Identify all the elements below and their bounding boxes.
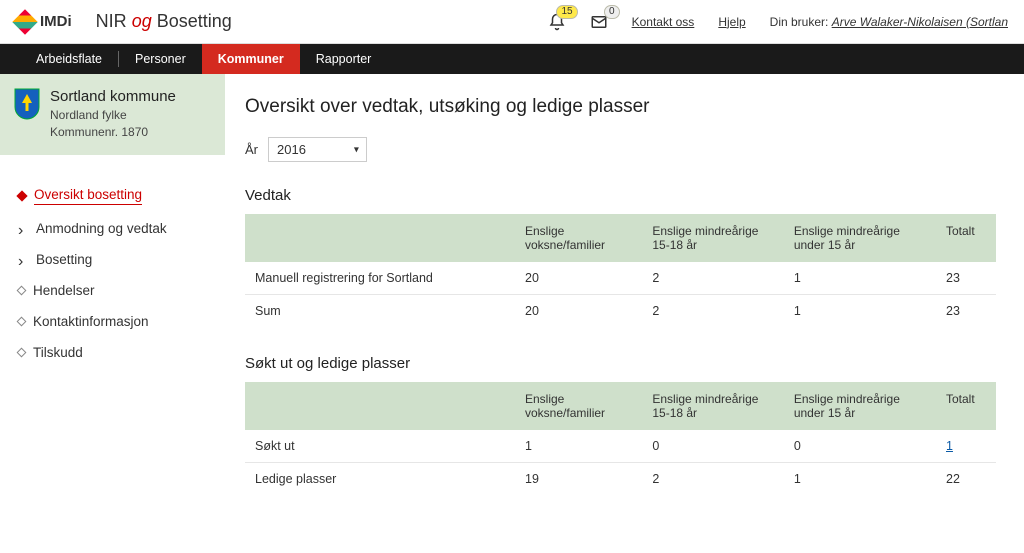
cell: 2 [642,262,783,295]
th-empty [245,382,515,430]
th-totalt: Totalt [936,214,996,262]
cell: 1 [784,463,936,496]
sidebar-item-bosetting[interactable]: Bosetting [18,244,217,275]
th-mindrearige-15-18: Enslige mindreårige 15-18 år [642,382,783,430]
th-enslige-voksne: Enslige voksne/familier [515,382,642,430]
sokt-table: Enslige voksne/familier Enslige mindreår… [245,382,996,495]
th-empty [245,214,515,262]
brand-text: IMDi [40,13,72,30]
user-block[interactable]: Din bruker: Arve Walaker-Nikolaisen (Sor… [770,15,1008,29]
user-name: Arve Walaker-Nikolaisen (Sortlan [832,15,1008,29]
row-label: Manuell registrering for Sortland [245,262,515,295]
navbar: Arbeidsflate Personer Kommuner Rapporter [0,44,1024,74]
cell-total: 23 [936,262,996,295]
cell: 0 [642,430,783,463]
cell: 2 [642,463,783,496]
year-select[interactable]: 2016 [268,137,367,162]
cell-total: 22 [936,463,996,496]
nav-kommuner[interactable]: Kommuner [202,44,300,74]
cell: 2 [642,295,783,328]
kommune-name: Sortland kommune [50,88,176,105]
year-row: År 2016 [245,142,996,157]
cell: 20 [515,295,642,328]
cell: 1 [515,430,642,463]
table-row: Ledige plasser192122 [245,463,996,496]
sidebar-item-kontakt[interactable]: Kontaktinformasjon [18,306,217,337]
sidebar-item-anmodning[interactable]: Anmodning og vedtak [18,213,217,244]
section-sokt-title: Søkt ut og ledige plasser [245,355,996,372]
row-label: Sum [245,295,515,328]
chevron-icon [18,254,28,264]
chevron-icon [18,223,28,233]
sidebar-item-hendelser[interactable]: Hendelser [18,275,217,306]
logo[interactable]: IMDi [16,13,72,31]
cell-total: 23 [936,295,996,328]
messages-button[interactable]: 0 [590,13,608,31]
cell: 19 [515,463,642,496]
row-label: Søkt ut [245,430,515,463]
th-mindrearige-under-15: Enslige mindreårige under 15 år [784,382,936,430]
section-vedtak-title: Vedtak [245,187,996,204]
sidebar: Sortland kommune Nordland fylke Kommunen… [0,74,225,553]
row-label: Ledige plasser [245,463,515,496]
topbar: IMDi NIR og Bosetting 15 0 Kontakt oss H… [0,0,1024,44]
sidebar-item-tilskudd[interactable]: Tilskudd [18,337,217,368]
vedtak-table: Enslige voksne/familier Enslige mindreår… [245,214,996,327]
th-totalt: Totalt [936,382,996,430]
diamond-outline-icon [17,316,27,326]
mail-badge: 0 [604,5,620,19]
kommune-nr: Kommunenr. 1870 [50,124,176,141]
year-label: År [245,142,258,157]
table-row: Sum202123 [245,295,996,328]
th-mindrearige-15-18: Enslige mindreårige 15-18 år [642,214,783,262]
kommune-box: Sortland kommune Nordland fylke Kommunen… [0,74,225,155]
notifications-button[interactable]: 15 [548,13,566,31]
sidebar-item-oversikt[interactable]: Oversikt bosetting [18,179,217,213]
cell: 20 [515,262,642,295]
table-row: Søkt ut1001 [245,430,996,463]
bell-badge: 15 [556,5,577,19]
page-title: Oversikt over vedtak, utsøking og ledige… [245,96,996,118]
main-content: Oversikt over vedtak, utsøking og ledige… [225,74,1024,553]
shield-icon [14,88,40,120]
cell: 1 [784,295,936,328]
th-mindrearige-under-15: Enslige mindreårige under 15 år [784,214,936,262]
nav-personer[interactable]: Personer [119,44,202,74]
side-menu: Oversikt bosetting Anmodning og vedtak B… [0,155,225,376]
cell: 0 [784,430,936,463]
diamond-outline-icon [17,347,27,357]
table-row: Manuell registrering for Sortland202123 [245,262,996,295]
user-label-text: Din bruker: [770,15,829,29]
th-enslige-voksne: Enslige voksne/familier [515,214,642,262]
kommune-fylke: Nordland fylke [50,107,176,124]
contact-link[interactable]: Kontakt oss [632,15,695,29]
diamond-outline-icon [17,285,27,295]
cell: 1 [784,262,936,295]
nav-arbeidsflate[interactable]: Arbeidsflate [20,44,118,74]
nav-rapporter[interactable]: Rapporter [300,44,388,74]
help-link[interactable]: Hjelp [718,15,745,29]
logo-icon [12,9,37,34]
app-title: NIR og Bosetting [96,11,232,32]
cell-total[interactable]: 1 [936,430,996,463]
top-right: 15 0 Kontakt oss Hjelp Din bruker: Arve … [548,13,1008,31]
diamond-icon [16,190,27,201]
